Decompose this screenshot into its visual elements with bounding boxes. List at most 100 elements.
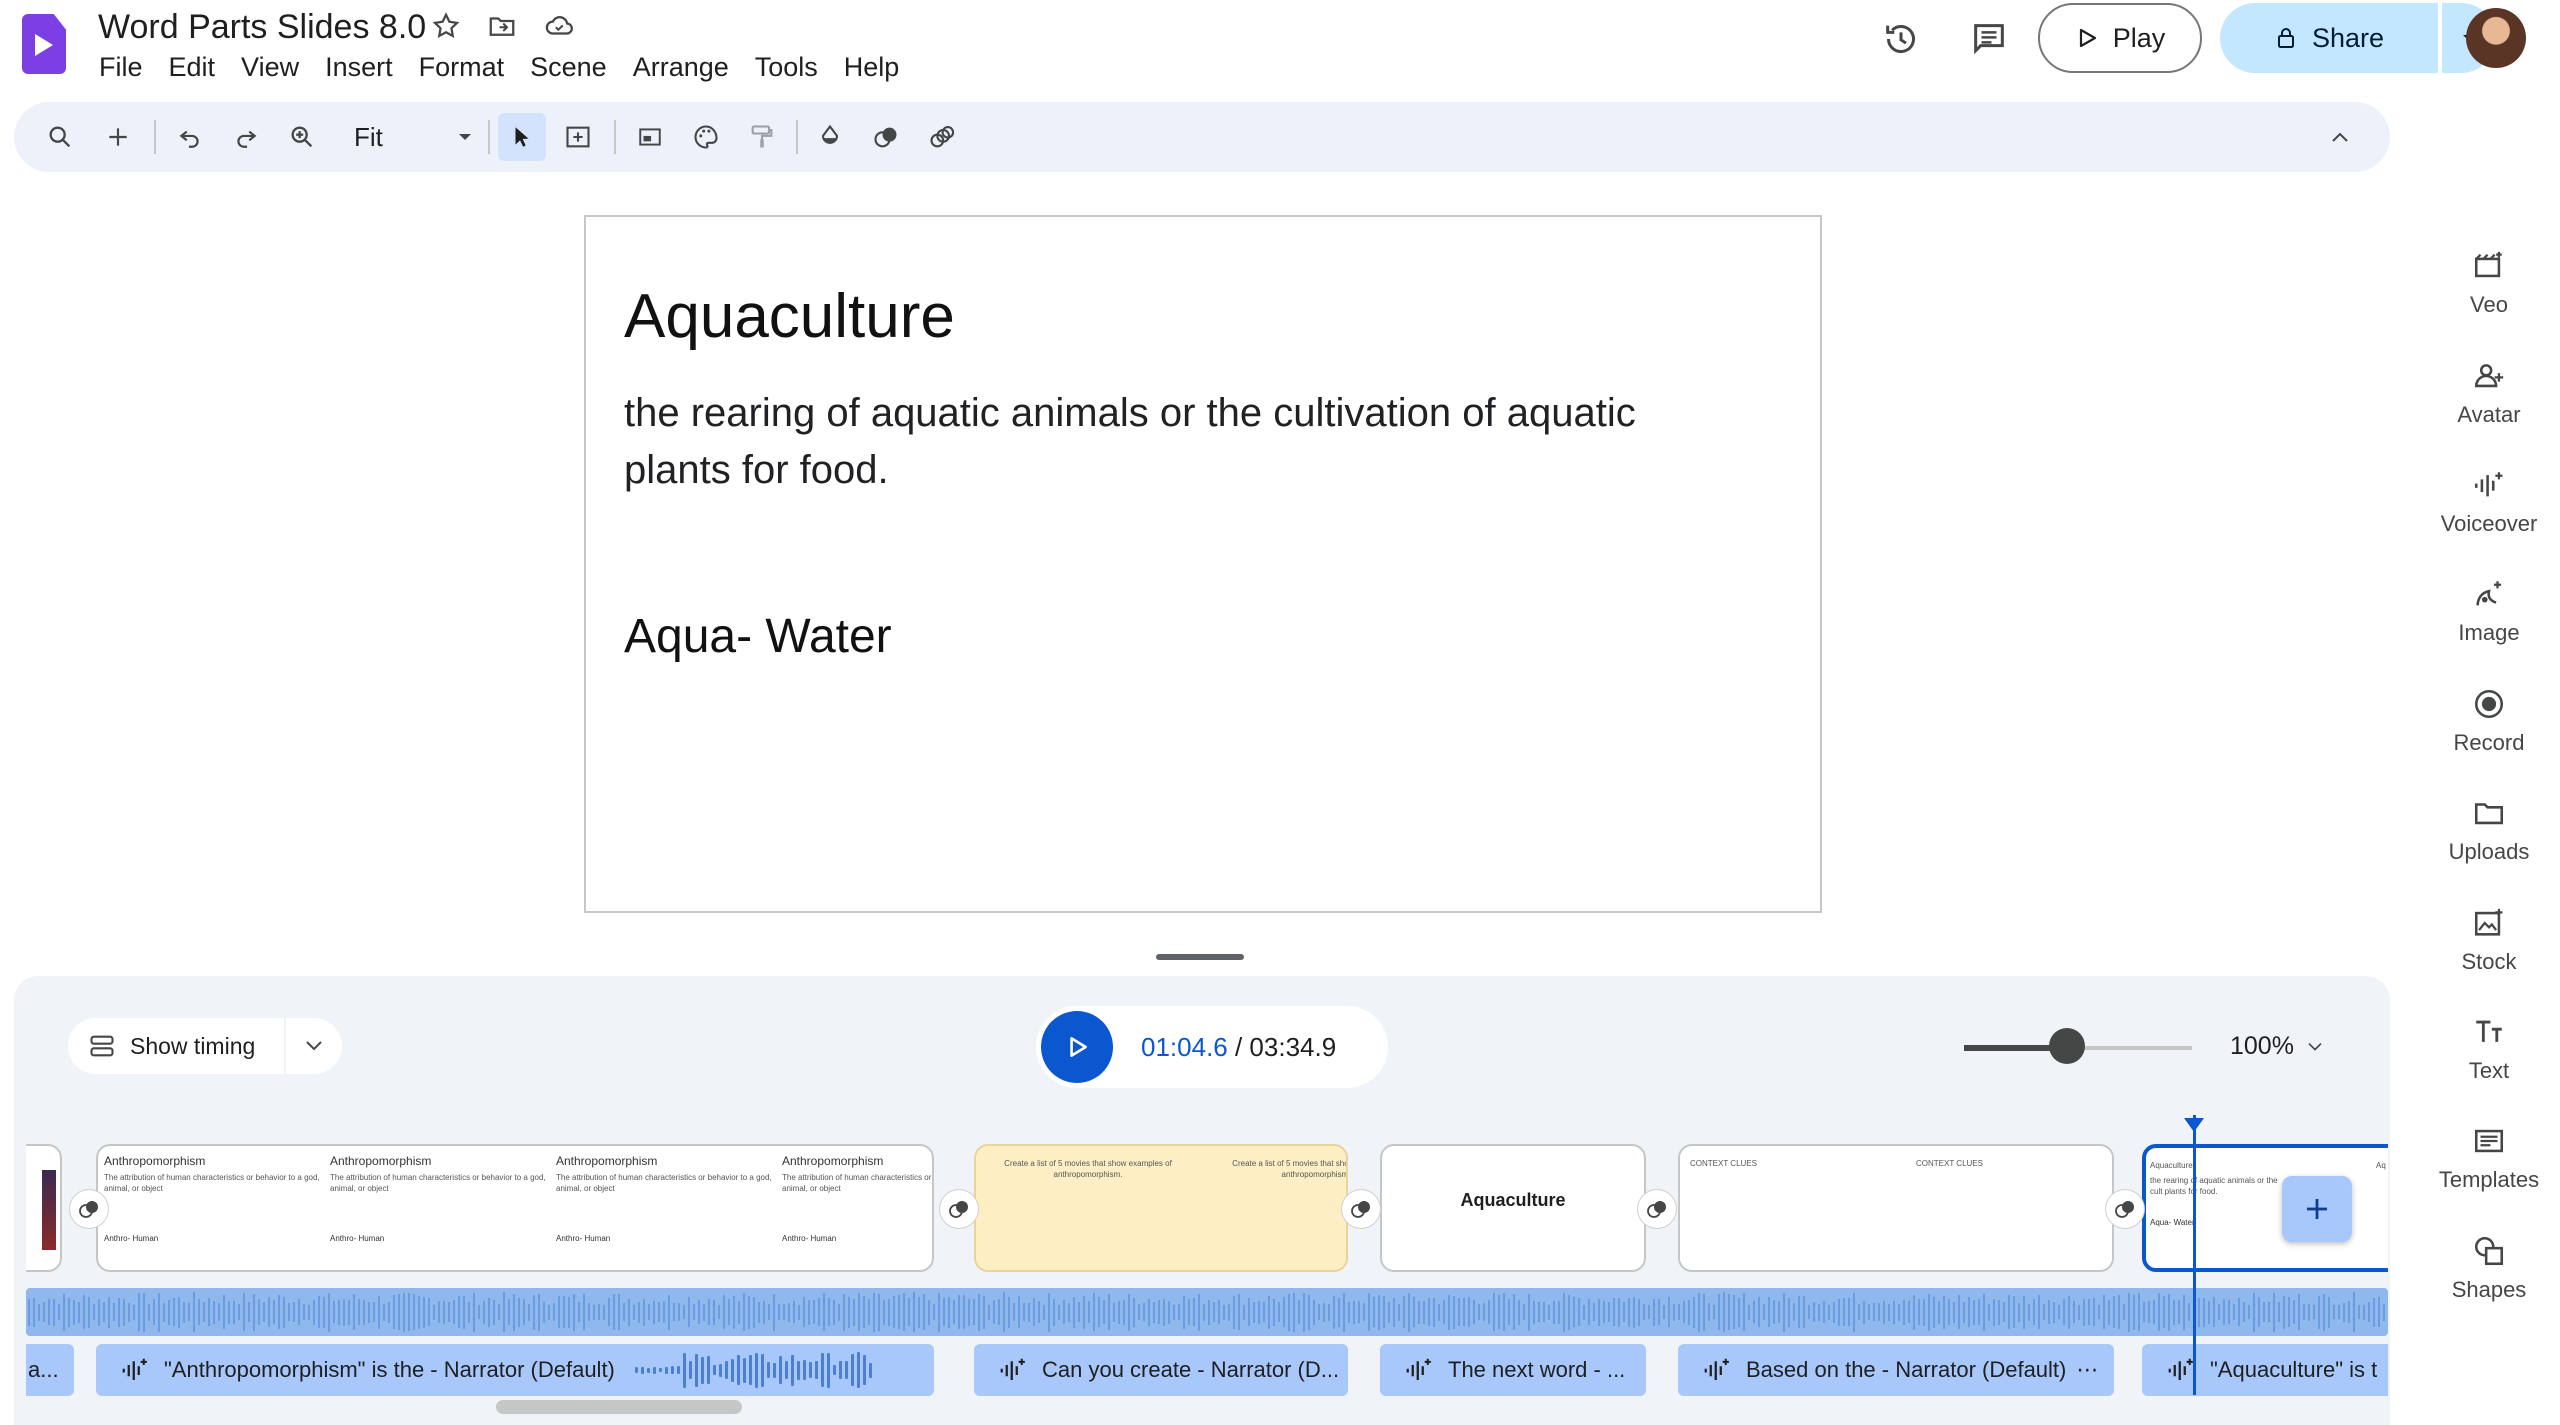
theme-palette-icon[interactable] [682,113,730,161]
waveform-bar [273,1300,275,1324]
slide-canvas[interactable]: Aquaculture the rearing of aquatic anima… [584,215,1822,913]
show-timing-dropdown[interactable] [286,1018,342,1074]
side-item-avatar[interactable]: Avatar [2424,356,2554,428]
waveform-bar [2058,1305,2060,1319]
timeline-zoom-select[interactable]: 100% [2230,1032,2324,1061]
transition-icon[interactable] [862,113,910,161]
collapse-toolbar-icon[interactable] [2316,113,2364,161]
star-icon[interactable] [428,8,464,44]
waveform-bar [1783,1292,1785,1332]
side-item-label: Record [2453,730,2525,755]
waveform-bar [203,1302,205,1322]
share-button[interactable]: Share [2220,3,2438,73]
transition-icon[interactable] [70,1190,108,1228]
scene-clip-movies[interactable]: Create a list of 5 movies that show exam… [974,1144,1348,1272]
transition-icon[interactable] [1638,1190,1676,1228]
waveform-bar [1308,1294,1310,1330]
timeline-playhead[interactable] [2193,1115,2196,1395]
waveform-bar [646,1367,650,1373]
scene-clip-context-clues[interactable]: CONTEXT CLUES CONTEXT CLUES [1678,1144,2114,1272]
comments-icon[interactable] [1964,14,2014,64]
playhead-handle[interactable] [2184,1118,2204,1132]
waveform-bar [533,1294,535,1330]
more-icon[interactable]: ⋯ [2076,1357,2098,1383]
transition-icon[interactable] [2106,1190,2144,1228]
transition-icon[interactable] [940,1190,978,1228]
side-item-uploads[interactable]: Uploads [2424,793,2554,865]
editor-toolbar: Fit [14,102,2390,172]
transition-icon[interactable] [1342,1190,1380,1228]
menu-insert[interactable]: Insert [312,50,406,84]
scene-clip-anthropomorphism[interactable]: Anthropomorphism The attribution of huma… [96,1144,934,1272]
menu-format[interactable]: Format [406,50,518,84]
document-title[interactable]: Word Parts Slides 8.0 [98,8,426,47]
timeline-horizontal-scrollbar[interactable] [496,1400,742,1414]
waveform-bar [1823,1301,1825,1323]
app-logo[interactable] [22,14,66,74]
timeline-zoom-thumb[interactable] [2048,1028,2085,1064]
text-box-icon[interactable] [554,113,602,161]
add-scene-button[interactable] [2282,1176,2352,1242]
side-item-templates[interactable]: Templates [2424,1121,2554,1193]
waveform-bar [413,1294,415,1330]
animation-icon[interactable] [918,113,966,161]
scene-clip-aquaculture-title[interactable]: Aquaculture [1380,1144,1646,1272]
waveform-bar [463,1295,465,1329]
waveform-bar [2318,1295,2320,1329]
waveform-bar [1583,1304,1585,1320]
waveform-bar [2063,1299,2065,1325]
waveform-bar [613,1294,615,1330]
undo-icon[interactable] [166,113,214,161]
show-timing-button[interactable]: Show timing [68,1018,284,1074]
slide-body[interactable]: the rearing of aquatic animals or the cu… [624,385,1744,499]
timeline-play-button[interactable] [1041,1011,1113,1083]
voiceover-clip[interactable]: "Aquaculture" is t [2142,1344,2388,1396]
paint-format-icon[interactable] [738,113,786,161]
slide-title[interactable]: Aquaculture [624,281,955,352]
play-button[interactable]: Play [2038,3,2202,73]
menu-edit[interactable]: Edit [156,50,229,84]
version-history-icon[interactable] [1876,14,1926,64]
waveform-bar [1143,1303,1145,1321]
search-icon[interactable] [36,113,84,161]
waveform-bar [578,1302,580,1322]
timeline-resize-handle[interactable] [1156,954,1244,960]
waveform-bar [1838,1298,1840,1326]
side-item-shapes[interactable]: Shapes [2424,1231,2554,1303]
side-item-text[interactable]: Text [2424,1012,2554,1084]
side-item-record[interactable]: Record [2424,684,2554,756]
side-item-image[interactable]: Image [2424,574,2554,646]
waveform-bar [118,1297,120,1327]
waveform-bar [1893,1300,1895,1324]
add-icon[interactable] [94,113,142,161]
move-folder-icon[interactable] [484,8,520,44]
select-tool-icon[interactable] [498,113,546,161]
voiceover-clip[interactable]: The next word - ... [1380,1344,1646,1396]
audio-track[interactable] [26,1288,2388,1336]
waveform-bar [772,1362,776,1378]
redo-icon[interactable] [222,113,270,161]
waveform-bar [1878,1303,1880,1321]
cloud-saved-icon[interactable] [541,8,577,44]
menu-scene[interactable]: Scene [517,50,620,84]
voiceover-clip[interactable]: a... [26,1344,74,1396]
waveform-bar [1603,1301,1605,1323]
side-item-voiceover[interactable]: Voiceover [2424,465,2554,537]
menu-help[interactable]: Help [831,50,913,84]
voiceover-clip[interactable]: "Anthropomorphism" is the - Narrator (De… [96,1344,934,1396]
background-icon[interactable] [626,113,674,161]
menu-view[interactable]: View [228,50,312,84]
voiceover-clip[interactable]: Based on the - Narrator (Default) ⋯ [1678,1344,2114,1396]
fill-color-icon[interactable] [806,113,854,161]
side-item-veo[interactable]: Veo [2424,246,2554,318]
menu-arrange[interactable]: Arrange [620,50,742,84]
menu-tools[interactable]: Tools [742,50,831,84]
zoom-in-icon[interactable] [278,113,326,161]
slide-subtitle[interactable]: Aqua- Water [624,609,892,664]
voiceover-clip[interactable]: Can you create - Narrator (D... [974,1344,1348,1396]
side-item-stock[interactable]: Stock [2424,903,2554,975]
menu-file[interactable]: File [86,50,156,84]
account-avatar[interactable] [2466,8,2526,68]
zoom-select[interactable]: Fit [354,114,474,160]
scene-clip-previous[interactable] [26,1144,62,1272]
